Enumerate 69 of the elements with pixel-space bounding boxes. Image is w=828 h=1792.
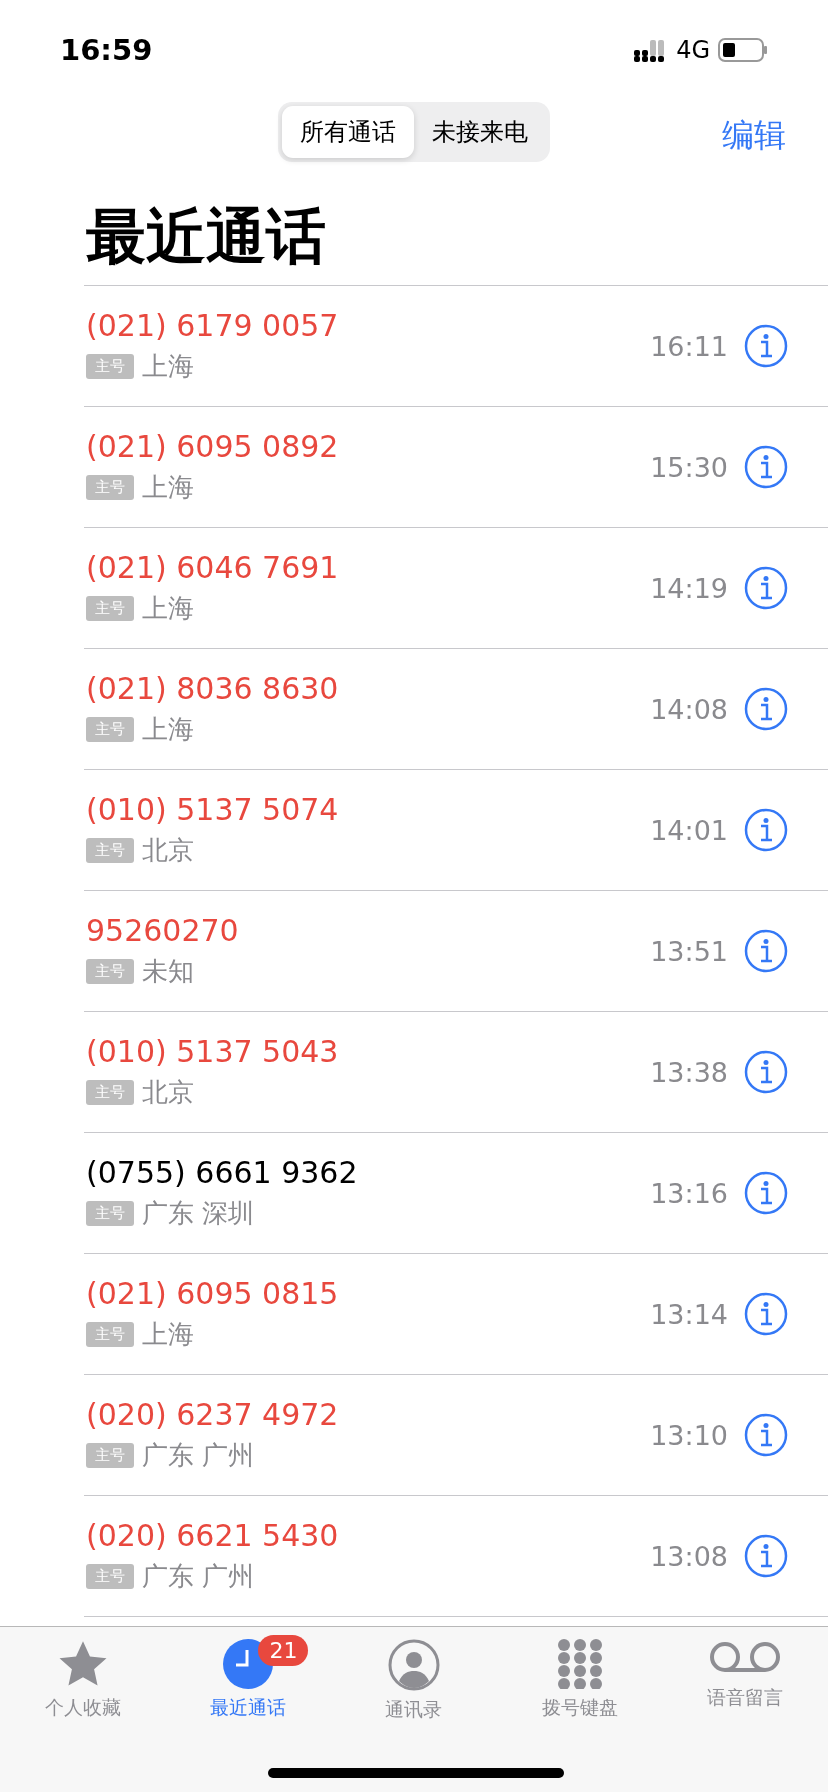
phone-number: 95260270 bbox=[86, 913, 240, 948]
info-icon[interactable] bbox=[744, 1292, 788, 1336]
info-icon[interactable] bbox=[744, 566, 788, 610]
person-icon bbox=[388, 1639, 440, 1691]
badge: 21 bbox=[258, 1635, 309, 1666]
info-icon[interactable] bbox=[744, 808, 788, 852]
info-icon[interactable] bbox=[744, 1413, 788, 1457]
line-tag: 主号 bbox=[86, 1443, 134, 1468]
call-time: 13:51 bbox=[650, 935, 728, 967]
line-tag: 主号 bbox=[86, 475, 134, 500]
call-location: 广东 广州 bbox=[142, 1560, 255, 1593]
call-time: 13:16 bbox=[650, 1177, 728, 1209]
line-tag: 主号 bbox=[86, 959, 134, 984]
phone-number: (021) 6095 0892 bbox=[86, 429, 340, 464]
line-tag: 主号 bbox=[86, 1201, 134, 1226]
call-time: 13:38 bbox=[650, 1056, 728, 1088]
line-tag: 主号 bbox=[86, 596, 134, 621]
keypad-icon bbox=[556, 1639, 603, 1689]
line-tag: 主号 bbox=[86, 1080, 134, 1105]
call-time: 13:08 bbox=[650, 1540, 728, 1572]
network-type: 4G bbox=[676, 36, 710, 64]
call-time: 14:01 bbox=[650, 814, 728, 846]
tab-item[interactable]: 拨号键盘 bbox=[496, 1639, 663, 1721]
line-tag: 主号 bbox=[86, 1564, 134, 1589]
call-location: 上海 bbox=[142, 1318, 194, 1351]
call-location: 北京 bbox=[142, 1076, 194, 1109]
info-icon[interactable] bbox=[744, 1171, 788, 1215]
info-icon[interactable] bbox=[744, 324, 788, 368]
segment-tab[interactable]: 未接来电 bbox=[414, 106, 546, 158]
phone-number: (020) 6621 5430 bbox=[86, 1518, 340, 1553]
call-location: 广东 深圳 bbox=[142, 1197, 255, 1230]
line-tag: 主号 bbox=[86, 717, 134, 742]
call-location: 上海 bbox=[142, 713, 194, 746]
tab-item[interactable]: 通讯录 bbox=[331, 1639, 497, 1723]
call-time: 16:11 bbox=[650, 330, 728, 362]
info-icon[interactable] bbox=[744, 687, 788, 731]
info-icon[interactable] bbox=[744, 445, 788, 489]
phone-number: (0755) 6661 9362 bbox=[86, 1155, 359, 1190]
call-location: 上海 bbox=[142, 471, 194, 504]
call-location: 上海 bbox=[142, 350, 194, 383]
call-time: 13:10 bbox=[650, 1419, 728, 1451]
tab-item[interactable]: 语音留言 bbox=[662, 1639, 828, 1711]
status-time: 16:59 bbox=[60, 33, 153, 67]
call-location: 上海 bbox=[142, 592, 194, 625]
info-icon[interactable] bbox=[744, 1050, 788, 1094]
call-time: 14:19 bbox=[650, 572, 728, 604]
phone-number: (021) 8036 8630 bbox=[86, 671, 340, 706]
phone-number: (010) 5137 5043 bbox=[86, 1034, 340, 1069]
call-location: 未知 bbox=[142, 955, 194, 988]
edit-button[interactable]: 编辑 bbox=[722, 114, 786, 158]
info-icon[interactable] bbox=[744, 929, 788, 973]
page-title: 最近通话 bbox=[86, 202, 327, 271]
tab-item[interactable]: 个人收藏 bbox=[0, 1639, 166, 1721]
phone-number: (010) 5137 5074 bbox=[86, 792, 340, 827]
phone-number: (021) 6095 0815 bbox=[86, 1276, 340, 1311]
line-tag: 主号 bbox=[86, 838, 134, 863]
call-location: 北京 bbox=[142, 834, 194, 867]
phone-number: (021) 6046 7691 bbox=[86, 550, 340, 585]
call-time: 14:08 bbox=[650, 693, 728, 725]
call-time: 15:30 bbox=[650, 451, 728, 483]
battery-icon bbox=[718, 38, 768, 62]
call-time: 13:14 bbox=[650, 1298, 728, 1330]
info-icon[interactable] bbox=[744, 1534, 788, 1578]
line-tag: 主号 bbox=[86, 354, 134, 379]
phone-number: (021) 6179 0057 bbox=[86, 308, 340, 343]
line-tag: 主号 bbox=[86, 1322, 134, 1347]
call-location: 广东 广州 bbox=[142, 1439, 255, 1472]
phone-number: (020) 6237 4972 bbox=[86, 1397, 340, 1432]
segment-tab[interactable]: 所有通话 bbox=[282, 106, 414, 158]
